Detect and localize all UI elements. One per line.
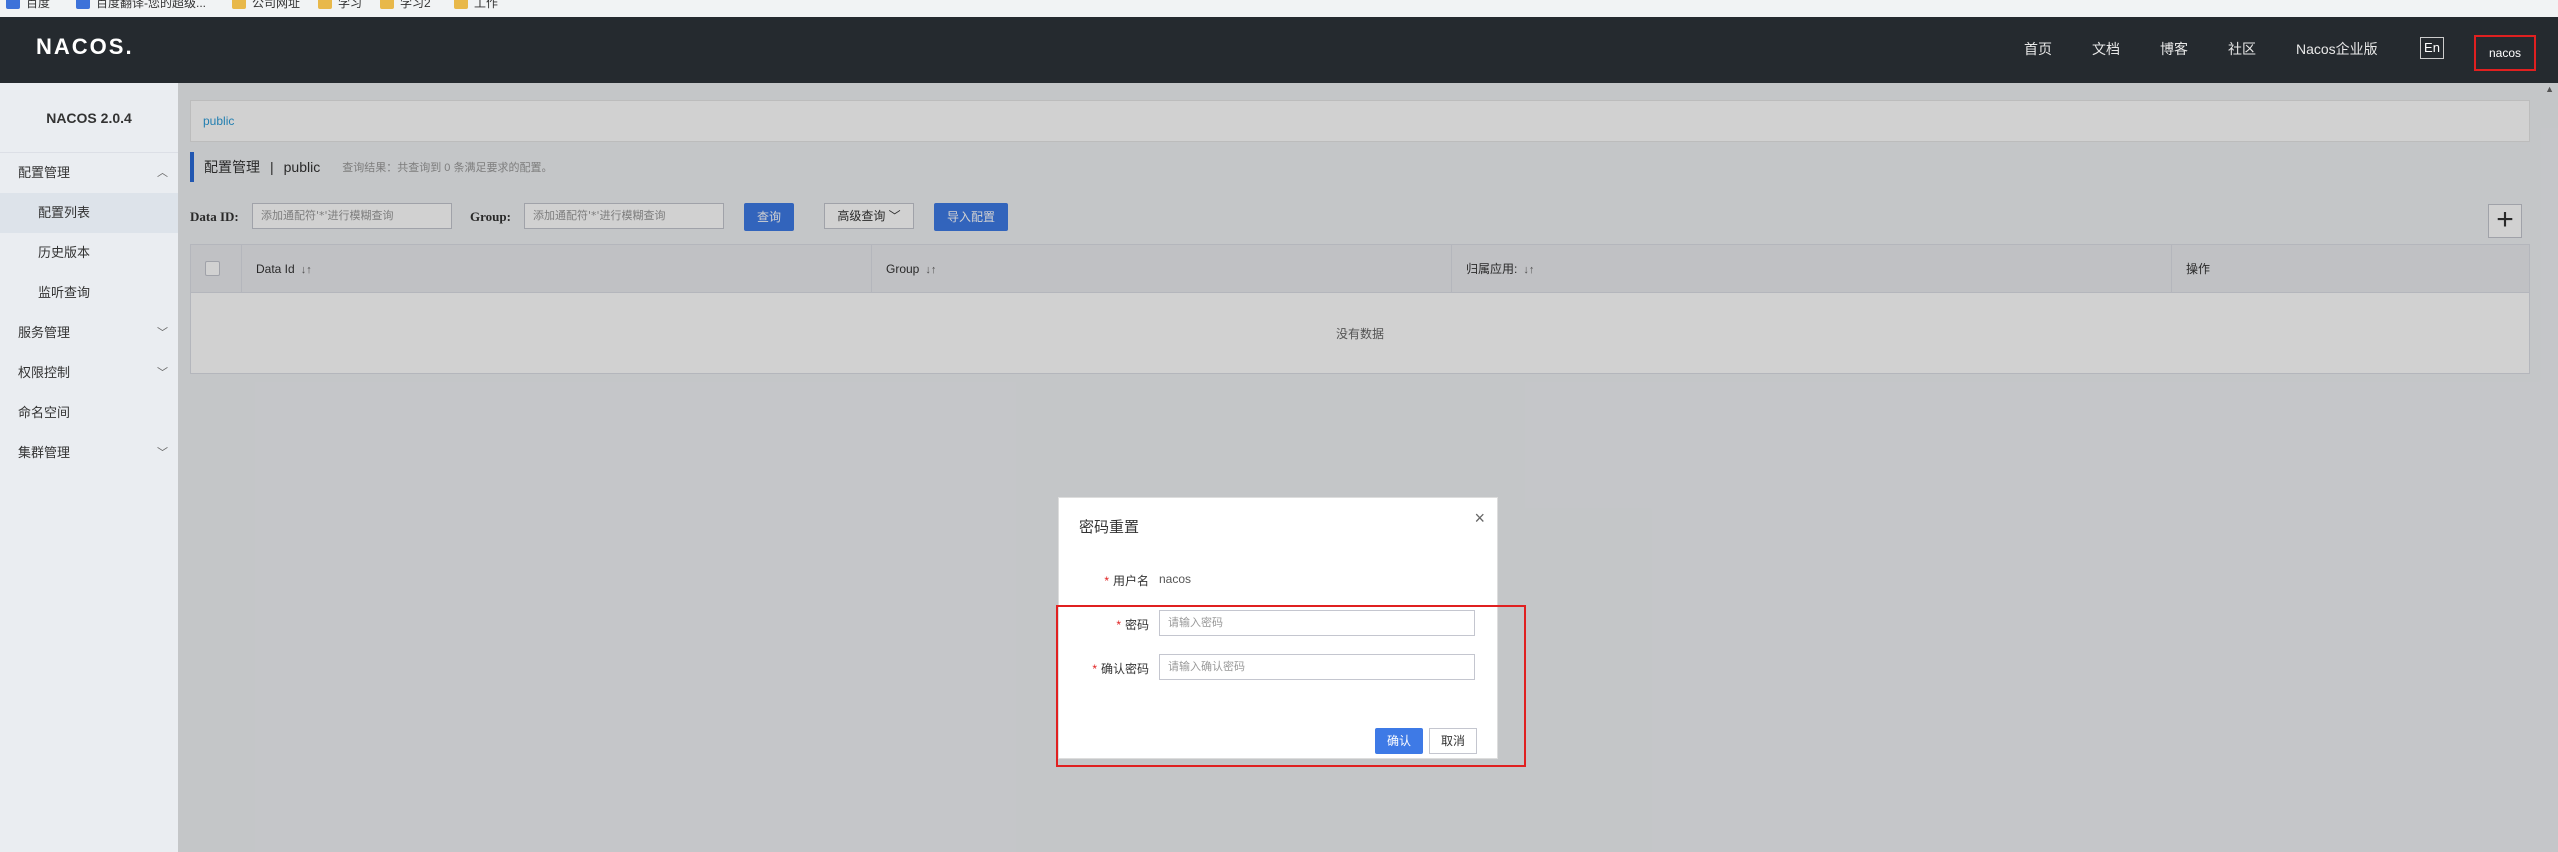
sidebar-item-listener-query[interactable]: 监听查询 [0, 273, 178, 313]
bookmark-item[interactable]: 百度翻译-您的超级... [76, 0, 206, 11]
nav-home[interactable]: 首页 [2024, 39, 2052, 59]
nav-enterprise[interactable]: Nacos企业版 [2296, 39, 2378, 59]
username-value: nacos [1159, 572, 1192, 586]
password-reset-dialog: 密码重置 × * 用户名 nacos * 密码 请输入密码 * 确认密码 请输入确认密… [1058, 497, 1498, 759]
chevron-down-icon: ﹀ [157, 367, 168, 379]
sidebar-item-config-list[interactable]: 配置列表 [0, 193, 178, 233]
folder-icon [232, 0, 246, 9]
bookmark-item[interactable]: 学习 [318, 0, 362, 11]
confirm-password-label: * 确认密码 [1092, 662, 1149, 676]
bookmark-icon [76, 0, 90, 9]
nav-docs[interactable]: 文档 [2092, 39, 2120, 59]
close-icon[interactable]: × [1474, 508, 1485, 529]
confirm-password-input[interactable]: 请输入确认密码 [1159, 654, 1475, 680]
dialog-title: 密码重置 [1079, 519, 1140, 536]
password-label: * 密码 [1116, 618, 1149, 632]
sidebar-item-cluster-management[interactable]: 集群管理 ﹀ [0, 433, 178, 473]
password-input[interactable]: 请输入密码 [1159, 610, 1475, 636]
sidebar-item-history[interactable]: 历史版本 [0, 233, 178, 273]
sidebar-item-access-control[interactable]: 权限控制 ﹀ [0, 353, 178, 393]
bookmarks-bar: 百度 百度翻译-您的超级... 公司网址 学习 学习2 工作 [0, 0, 2558, 17]
sidebar-item-service-management[interactable]: 服务管理 ﹀ [0, 313, 178, 353]
folder-icon [318, 0, 332, 9]
bookmark-item[interactable]: 学习2 [380, 0, 431, 11]
bookmark-item[interactable]: 百度 [6, 0, 50, 11]
cancel-button[interactable]: 取消 [1429, 728, 1477, 754]
nacos-logo[interactable]: NACOS. [36, 34, 134, 60]
nav-blog[interactable]: 博客 [2160, 39, 2188, 59]
top-header: NACOS. 首页 文档 博客 社区 Nacos企业版 En nacos [0, 17, 2558, 83]
language-toggle[interactable]: En [2420, 37, 2444, 59]
sidebar-item-namespace[interactable]: 命名空间 [0, 393, 178, 433]
chevron-down-icon: ﹀ [157, 327, 168, 339]
sidebar: NACOS 2.0.4 配置管理 ︿ 配置列表 历史版本 监听查询 服务管理 ﹀… [0, 83, 178, 852]
nav-community[interactable]: 社区 [2228, 39, 2256, 59]
folder-icon [380, 0, 394, 9]
chevron-up-icon: ︿ [157, 167, 168, 179]
chevron-down-icon: ﹀ [157, 447, 168, 459]
user-menu[interactable]: nacos [2474, 35, 2536, 71]
bookmark-icon [6, 0, 20, 9]
confirm-button[interactable]: 确认 [1375, 728, 1423, 754]
username-label: * 用户名 [1104, 574, 1149, 588]
version-label: NACOS 2.0.4 [0, 83, 178, 153]
bookmark-item[interactable]: 工作 [454, 0, 498, 11]
folder-icon [454, 0, 468, 9]
sidebar-item-config-management[interactable]: 配置管理 ︿ [0, 153, 178, 193]
bookmark-item[interactable]: 公司网址 [232, 0, 300, 11]
